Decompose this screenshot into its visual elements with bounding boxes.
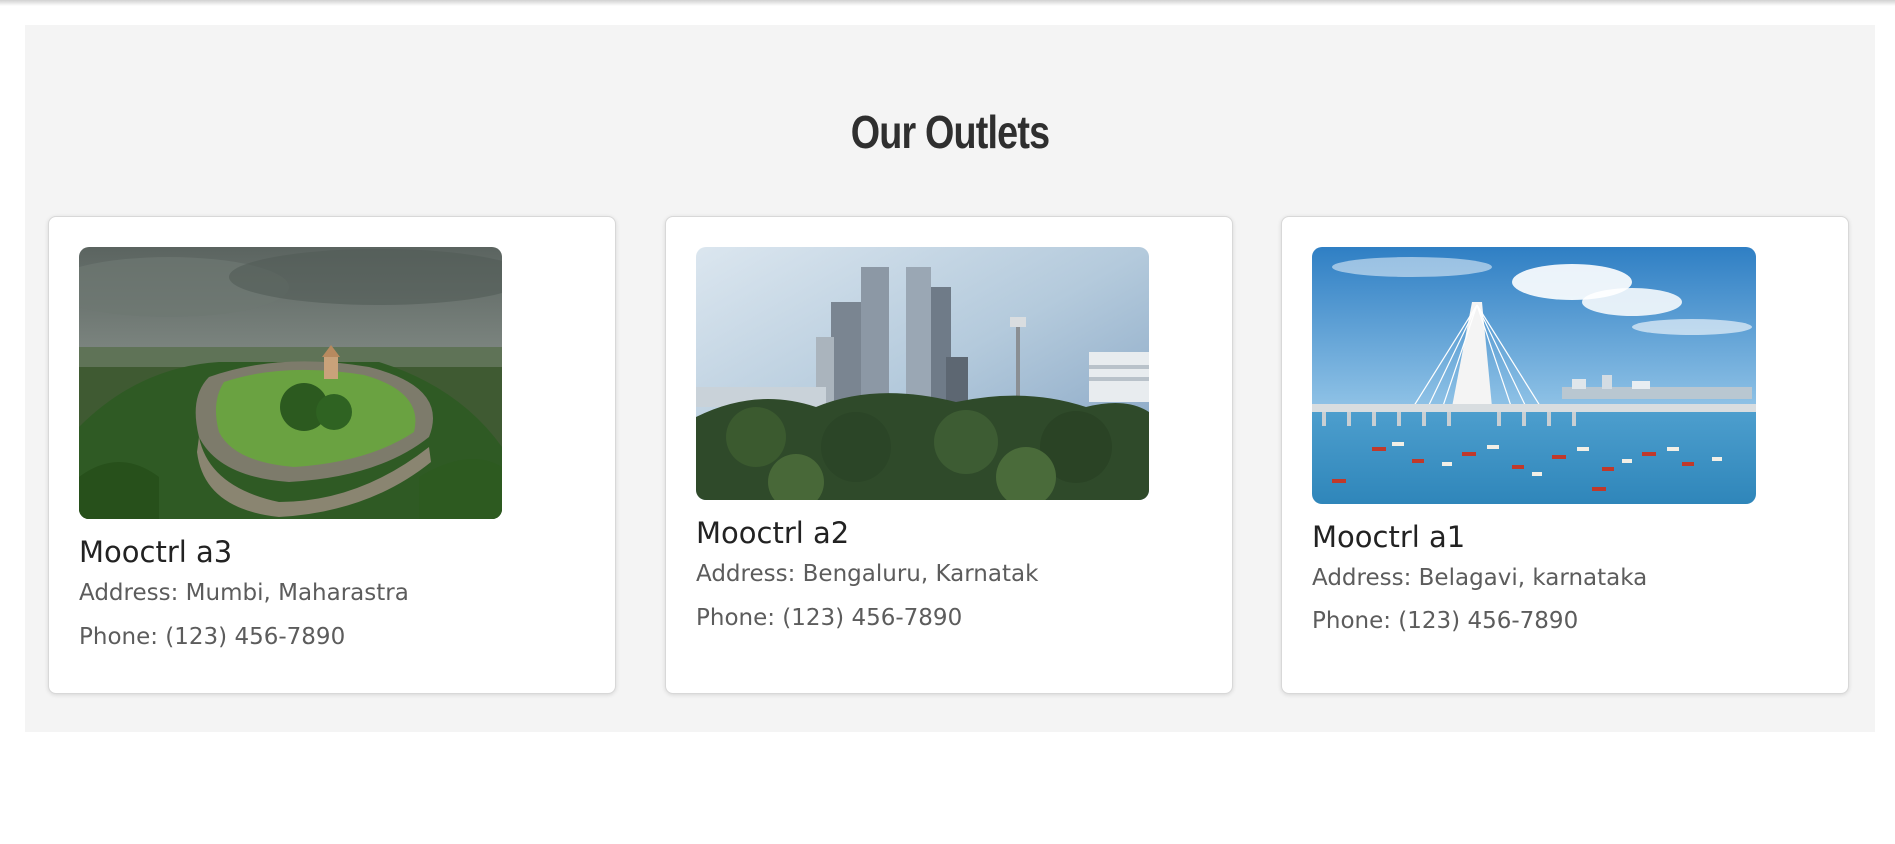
outlet-card: Mooctrl a3 Address: Mumbi, Maharastra Ph…	[48, 216, 616, 694]
outlet-image-fort	[79, 247, 502, 519]
outlet-name: Mooctrl a2	[696, 516, 850, 550]
outlet-image-skyline	[696, 247, 1149, 500]
outlet-card: Mooctrl a2 Address: Bengaluru, Karnatak …	[665, 216, 1233, 694]
outlet-card: Mooctrl a1 Address: Belagavi, karnataka …	[1281, 216, 1849, 694]
outlet-name: Mooctrl a3	[79, 535, 233, 569]
outlet-phone: Phone: (123) 456-7890	[1312, 608, 1579, 634]
outlet-name: Mooctrl a1	[1312, 520, 1466, 554]
bridge-photo	[1312, 247, 1756, 504]
outlet-address: Address: Belagavi, karnataka	[1312, 565, 1648, 591]
outlet-image-bridge	[1312, 247, 1756, 504]
section-title: Our Outlets	[850, 106, 1050, 158]
header-shadow	[0, 0, 1895, 6]
outlet-phone: Phone: (123) 456-7890	[696, 605, 963, 631]
outlets-section: Our Outlets Mooctrl a3 Address: Mumbi, M…	[25, 25, 1875, 732]
skyline-photo	[696, 247, 1149, 500]
outlet-phone: Phone: (123) 456-7890	[79, 624, 346, 650]
fort-photo	[79, 247, 502, 519]
outlet-address: Address: Bengaluru, Karnatak	[696, 561, 1039, 587]
outlet-address: Address: Mumbi, Maharastra	[79, 580, 409, 606]
